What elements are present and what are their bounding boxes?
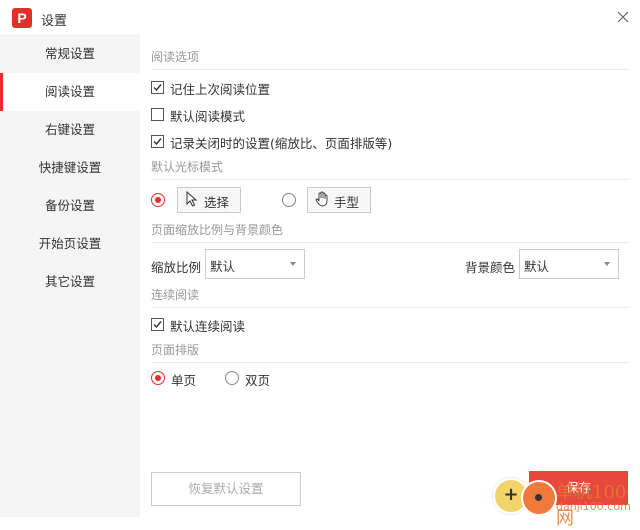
double-page-radio[interactable] xyxy=(225,371,239,385)
title-bar: P 设置 xyxy=(0,0,640,34)
cursor-select-label: 选择 xyxy=(204,195,230,210)
record-close-settings-label: 记录关闭时的设置(缩放比、页面排版等) xyxy=(170,136,393,151)
divider xyxy=(151,362,630,363)
app-logo-icon: P xyxy=(12,8,32,28)
sidebar: 常规设置 阅读设置 右键设置 快捷键设置 备份设置 开始页设置 其它设置 xyxy=(0,34,140,517)
background-color-select[interactable]: 默认 xyxy=(519,249,619,279)
zoom-select[interactable]: 默认 xyxy=(205,249,305,279)
section-page-layout: 页面排版 xyxy=(151,343,200,357)
remember-position-label: 记住上次阅读位置 xyxy=(170,82,271,97)
single-page-label: 单页 xyxy=(171,373,197,388)
hand-cursor-icon xyxy=(314,191,330,210)
sidebar-item-backup[interactable]: 备份设置 xyxy=(0,187,140,225)
cursor-hand-button[interactable]: 手型 xyxy=(307,187,371,213)
default-reading-mode-label: 默认阅读模式 xyxy=(170,109,246,124)
watermark-badge-icon xyxy=(521,480,557,516)
sidebar-item-other[interactable]: 其它设置 xyxy=(0,263,140,301)
cursor-hand-radio[interactable] xyxy=(282,193,296,207)
chevron-down-icon xyxy=(290,262,296,266)
continuous-reading-label: 默认连续阅读 xyxy=(170,319,246,334)
section-cursor-mode: 默认光标模式 xyxy=(151,160,224,174)
window-title: 设置 xyxy=(41,14,68,29)
sidebar-item-start-page[interactable]: 开始页设置 xyxy=(0,225,140,263)
divider xyxy=(151,307,630,308)
double-page-label: 双页 xyxy=(245,373,271,388)
section-reading-options: 阅读选项 xyxy=(151,50,200,64)
background-color-value: 默认 xyxy=(524,259,550,274)
cursor-hand-label: 手型 xyxy=(334,195,360,210)
sidebar-item-reading[interactable]: 阅读设置 xyxy=(0,73,140,111)
record-close-settings-checkbox[interactable] xyxy=(151,135,164,148)
divider xyxy=(151,242,630,243)
sidebar-item-right-click[interactable]: 右键设置 xyxy=(0,111,140,149)
settings-panel: 阅读选项 记住上次阅读位置 默认阅读模式 记录关闭时的设置(缩放比、页面排版等)… xyxy=(140,34,640,517)
cursor-select-button[interactable]: 选择 xyxy=(177,187,241,213)
default-reading-mode-checkbox[interactable] xyxy=(151,108,164,121)
continuous-reading-checkbox[interactable] xyxy=(151,318,164,331)
zoom-label: 缩放比例 xyxy=(151,260,202,275)
divider xyxy=(151,179,630,180)
restore-defaults-button[interactable]: 恢复默认设置 xyxy=(151,472,301,506)
zoom-value: 默认 xyxy=(210,259,236,274)
section-continuous-reading: 连续阅读 xyxy=(151,288,200,302)
cursor-select-radio[interactable] xyxy=(151,193,165,207)
remember-position-checkbox[interactable] xyxy=(151,81,164,94)
close-icon[interactable] xyxy=(612,6,634,28)
watermark-url: danji100.com xyxy=(556,500,631,513)
arrow-cursor-icon xyxy=(184,190,200,210)
chevron-down-icon xyxy=(604,262,610,266)
section-zoom-background: 页面缩放比例与背景颜色 xyxy=(151,223,284,237)
divider xyxy=(151,69,630,70)
single-page-radio[interactable] xyxy=(151,371,165,385)
sidebar-item-shortcuts[interactable]: 快捷键设置 xyxy=(0,149,140,187)
sidebar-item-general[interactable]: 常规设置 xyxy=(0,35,140,73)
background-color-label: 背景颜色 xyxy=(465,260,516,275)
